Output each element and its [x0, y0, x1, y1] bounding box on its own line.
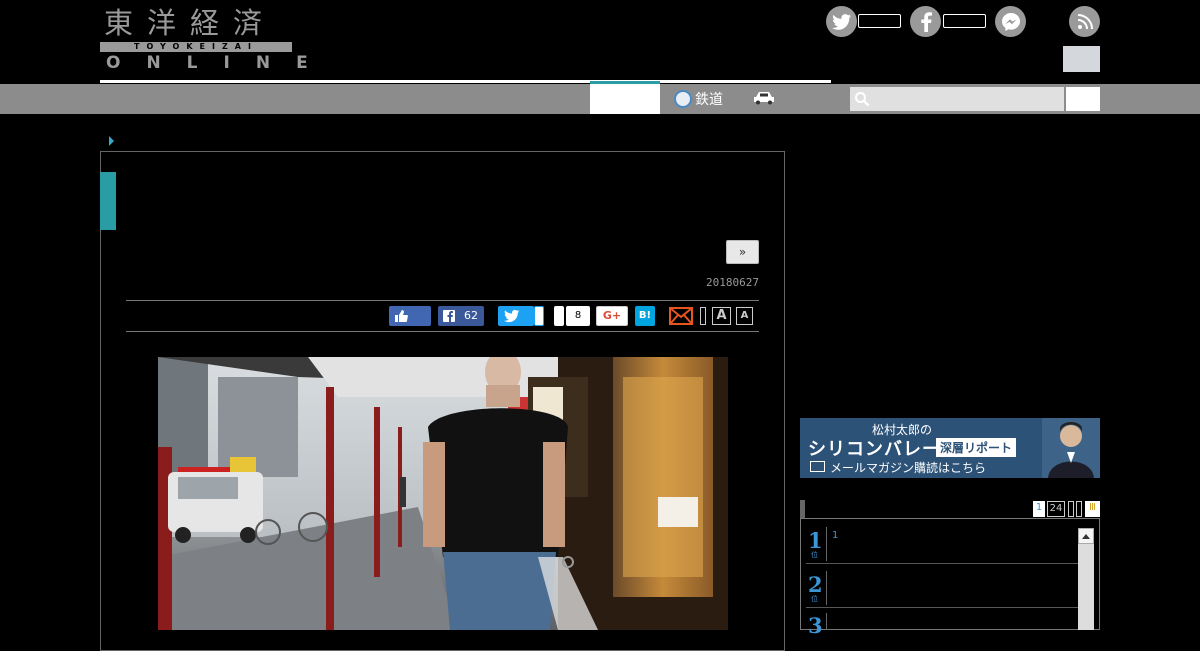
rank-divider-2 [826, 571, 827, 605]
banner-title: シリコンバレー [808, 439, 941, 460]
search-input[interactable] [850, 87, 1064, 111]
rank-number-3: 3 [808, 613, 823, 638]
mail-icon[interactable] [669, 307, 693, 325]
ranking-tab-5[interactable]: Ⅲ [1085, 501, 1100, 517]
search-icon [855, 92, 870, 107]
article-photo [158, 357, 728, 630]
header-menu-button[interactable] [1063, 46, 1100, 72]
twitter-share-button[interactable] [498, 306, 534, 326]
search-button[interactable] [1066, 87, 1100, 111]
rank-number-2: 2 [808, 572, 823, 597]
rank-item-1[interactable]: 1 [832, 530, 838, 541]
rank-divider-1 [826, 527, 827, 561]
rank-suffix-1: 位 [811, 551, 818, 559]
ranking-list [800, 518, 1100, 630]
font-small-button[interactable]: A [736, 307, 753, 325]
hatena-share-button[interactable]: B! [635, 306, 655, 326]
rank-divider-3 [826, 613, 827, 630]
breadcrumb-arrow-icon [109, 136, 114, 146]
facebook-count [943, 14, 986, 28]
facebook-share-button[interactable]: 62 [438, 306, 484, 326]
font-large-button[interactable]: A [712, 307, 731, 325]
twitter-icon[interactable] [826, 6, 857, 37]
scroll-up-icon [1082, 534, 1090, 539]
twitter-count [858, 14, 901, 28]
pocket-button[interactable] [554, 306, 564, 326]
like-button[interactable] [389, 306, 431, 326]
ranking-tab-4[interactable] [1076, 501, 1082, 517]
nav-tab-active[interactable] [590, 81, 660, 114]
print-button[interactable] [700, 307, 706, 325]
share-divider-top [126, 300, 759, 301]
share-divider-bottom [126, 331, 759, 332]
facebook-icon[interactable] [910, 6, 941, 37]
rank-row-divider-2 [806, 607, 1078, 608]
newsletter-banner[interactable]: 松村太郎の シリコンバレー 深層リポート メールマガジン購読はこちら [800, 418, 1100, 478]
rail-icon [674, 90, 692, 108]
rank-row-divider-1 [806, 563, 1078, 564]
banner-mail-icon [810, 461, 825, 472]
rank-suffix-2: 位 [811, 595, 818, 603]
banner-portrait [1042, 418, 1100, 478]
header-divider [100, 80, 831, 83]
ranking-tab-1[interactable]: 1 [1033, 501, 1045, 517]
article-date: 20180627 [706, 276, 759, 289]
site-logo[interactable]: 東洋経済 TOYOKEIZAI ONLINE [100, 6, 308, 72]
gplus-share-button[interactable]: G+ [596, 306, 628, 326]
twitter-count-bubble [534, 306, 544, 326]
logo-kanji: 東洋経済 [104, 6, 277, 40]
pocket-count: 8 [566, 306, 590, 326]
rank-number-1: 1 [808, 528, 823, 553]
nav-tab-rail[interactable]: 鉄道 [674, 88, 723, 110]
car-icon[interactable] [753, 91, 775, 105]
ranking-tab-24[interactable]: 24 [1047, 501, 1065, 517]
messenger-icon[interactable] [995, 6, 1026, 37]
rss-icon[interactable] [1069, 6, 1100, 37]
logo-band: TOYOKEIZAI [100, 42, 292, 52]
logo-online: ONLINE [106, 53, 334, 73]
banner-subtitle: 深層リポート [936, 438, 1017, 457]
scroll-up-button[interactable] [1078, 528, 1094, 544]
banner-cta: メールマガジン購読はこちら [830, 461, 987, 475]
nav-tab-rail-label: 鉄道 [695, 92, 723, 108]
next-page-button[interactable]: » [726, 240, 759, 264]
facebook-share-count: 62 [464, 309, 478, 322]
ranking-tab-3[interactable] [1068, 501, 1074, 517]
like-icon [395, 310, 408, 322]
twitter-share-icon [504, 309, 520, 323]
article-title-accent [100, 172, 116, 230]
facebook-share-icon [443, 310, 455, 322]
